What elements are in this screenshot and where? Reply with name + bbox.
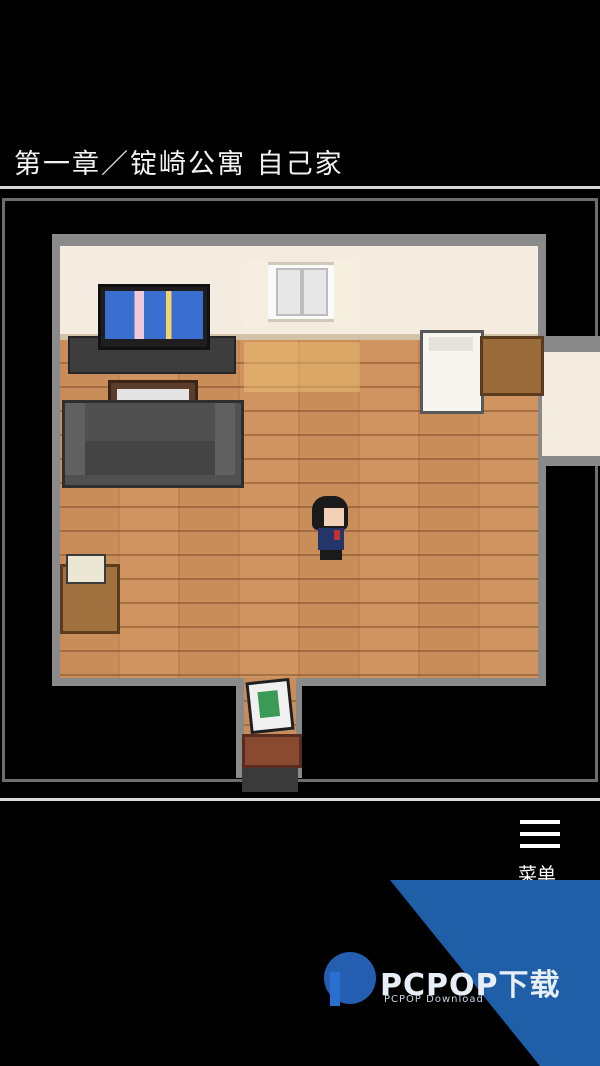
hamburger-menu-icon bbox=[520, 820, 560, 824]
character-legs bbox=[320, 550, 342, 560]
bed[interactable] bbox=[420, 330, 484, 414]
player-character[interactable] bbox=[308, 496, 352, 560]
exit-step[interactable] bbox=[242, 766, 298, 792]
sofa-seat bbox=[85, 441, 215, 475]
chapter-title: 第一章／锭崎公寓 自己家 bbox=[14, 149, 344, 180]
pillow bbox=[429, 337, 473, 351]
cabinet[interactable] bbox=[480, 336, 544, 396]
curtain-right bbox=[334, 260, 358, 326]
character-body bbox=[318, 528, 344, 550]
sofa[interactable] bbox=[62, 400, 244, 488]
sunlight-patch bbox=[244, 342, 360, 392]
right-hallway[interactable] bbox=[542, 352, 600, 456]
doormat[interactable] bbox=[242, 734, 302, 768]
map-sign-icon[interactable] bbox=[245, 677, 295, 735]
tv-screen bbox=[105, 291, 203, 339]
telephone[interactable] bbox=[66, 554, 106, 584]
map-sign-graphic bbox=[257, 690, 281, 719]
window-pane-left bbox=[276, 268, 302, 316]
hamburger-menu-icon-bar-2 bbox=[520, 832, 560, 836]
character-face bbox=[324, 508, 344, 526]
sofa-armrest-left bbox=[65, 403, 85, 475]
footer-divider bbox=[0, 798, 600, 801]
curtain-left bbox=[244, 260, 268, 326]
watermark-logo-stem bbox=[330, 972, 340, 1006]
window-pane-right bbox=[302, 268, 328, 316]
hamburger-menu-icon-bar-3 bbox=[520, 844, 560, 848]
watermark-subtitle: PCPOP Download bbox=[384, 994, 484, 1005]
character-tie bbox=[334, 530, 340, 540]
sofa-armrest-right bbox=[215, 403, 235, 475]
header-divider bbox=[0, 186, 600, 189]
television[interactable] bbox=[98, 284, 210, 350]
game-scene[interactable] bbox=[0, 196, 600, 796]
